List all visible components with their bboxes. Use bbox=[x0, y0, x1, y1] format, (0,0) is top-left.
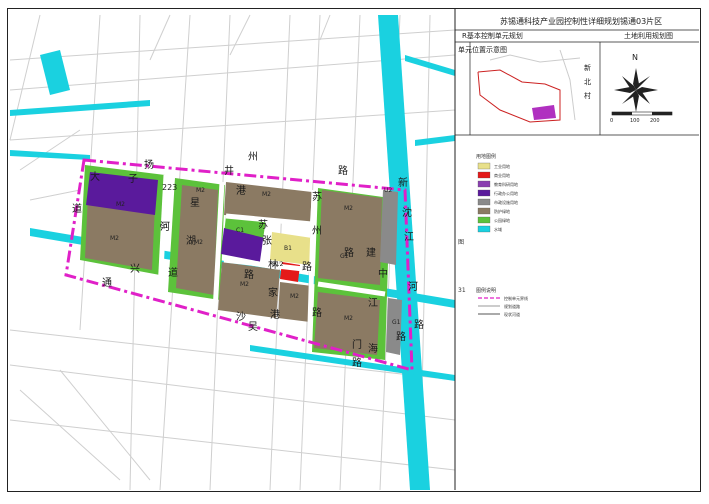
parcel-center-industrial-se bbox=[278, 282, 312, 322]
road-char: 子 bbox=[128, 173, 138, 185]
inset-caption: 单元位置示意图 bbox=[458, 45, 507, 54]
parcel-label: C1 bbox=[236, 227, 244, 234]
parcel-label: M2 bbox=[110, 235, 119, 242]
road-char: 港 bbox=[270, 309, 280, 321]
parcel-label: M2 bbox=[262, 191, 271, 198]
scale-bar: 0 100 200 bbox=[610, 111, 673, 124]
side-mark: 31 bbox=[458, 287, 466, 294]
road-char: 沈 bbox=[402, 206, 412, 219]
road-char: 吴 bbox=[248, 321, 258, 333]
legend-item: 教育科研用地 bbox=[494, 181, 518, 187]
road-char: 星 bbox=[190, 197, 200, 209]
parcel-label: M2 bbox=[240, 281, 249, 288]
road-char: 州 bbox=[248, 151, 258, 163]
road-char: 路 bbox=[338, 164, 348, 177]
planning-map: 扬 子 大 道 星 湖 路 井 州 路 苏 州 路 兴 通 道 张 家 港 路 … bbox=[9, 8, 699, 491]
inset-unit-highlight bbox=[532, 105, 556, 120]
road-char: 扬 bbox=[144, 158, 154, 171]
legend-item: 工业用地 bbox=[494, 163, 510, 169]
legend-item: 商业用地 bbox=[494, 172, 510, 178]
road-number: 223 bbox=[162, 183, 177, 192]
road-char: 张 bbox=[262, 235, 272, 247]
parcel-label: G1 bbox=[340, 253, 349, 260]
scale-tick: 100 bbox=[630, 118, 640, 124]
inset-place-char: 村 bbox=[584, 91, 591, 100]
legend: 用地图例 工业用地 商业用地 教育科研用地 行政办公用地 市政设施用地 防护绿地… bbox=[476, 153, 518, 233]
inset-place-char: 北 bbox=[584, 78, 591, 86]
scale-tick: 0 bbox=[610, 118, 613, 124]
road-char: 建 bbox=[366, 246, 376, 259]
map-name: 土地利用规划图 bbox=[624, 31, 673, 40]
compass-rose-icon bbox=[614, 68, 658, 112]
road-char: 门 bbox=[352, 338, 362, 351]
inset-location-map: 单元位置示意图 新 北 村 bbox=[458, 45, 591, 123]
road-char: 沙 bbox=[236, 311, 246, 323]
boundary-legend-item: 控制单元界线 bbox=[504, 295, 528, 301]
parcel-label: G1 bbox=[160, 223, 169, 230]
parcel-east-gray-bottom bbox=[386, 298, 402, 355]
parcel-label: M2 bbox=[290, 293, 299, 300]
legend-item: 市政设施用地 bbox=[494, 199, 518, 205]
parcel-label: M2 bbox=[196, 187, 205, 194]
parcel-label: M2 bbox=[194, 239, 203, 246]
river-top-right bbox=[405, 55, 455, 76]
parcel-label: M2 bbox=[116, 201, 125, 208]
parcel-label: M2 bbox=[344, 205, 353, 212]
parcel-label: S12 bbox=[272, 261, 284, 268]
road-char: 新 bbox=[398, 176, 408, 189]
river-northwest bbox=[10, 100, 150, 116]
legend-item: 行政办公用地 bbox=[494, 190, 518, 196]
inset-place-char: 新 bbox=[584, 63, 591, 72]
road-char: 井 bbox=[224, 164, 234, 177]
road-char: 港 bbox=[236, 185, 246, 197]
boundary-legend-item: 现状河道 bbox=[504, 311, 520, 317]
road-char: 通 bbox=[102, 277, 112, 289]
road-char: 江 bbox=[404, 231, 414, 243]
legend-item: 水域 bbox=[494, 226, 502, 232]
scale-tick: 200 bbox=[650, 118, 660, 124]
legend-item: 公园绿地 bbox=[494, 217, 510, 223]
road-char: 江 bbox=[368, 297, 378, 309]
compass-north: N bbox=[632, 53, 638, 62]
parcel-label: M2 bbox=[344, 315, 353, 322]
road-char: 大 bbox=[90, 170, 100, 183]
parcel-label: B1 bbox=[284, 245, 292, 252]
road-char: 道 bbox=[72, 202, 82, 215]
road-char: 路 bbox=[302, 260, 312, 273]
road-char: 道 bbox=[168, 266, 178, 279]
road-char: 路 bbox=[352, 356, 362, 369]
river-west bbox=[10, 150, 90, 160]
boundary-legend-item: 规划道路 bbox=[504, 303, 520, 309]
boundary-legend: 图例说明 控制单元界线 规划道路 现状河道 bbox=[476, 287, 528, 317]
road-char: 海 bbox=[368, 342, 378, 355]
road-char: 家 bbox=[268, 286, 278, 299]
map-subtitle: R基本控制单元规划 bbox=[462, 31, 523, 40]
road-char: 路 bbox=[414, 318, 424, 331]
road-char: 苏 bbox=[258, 218, 268, 231]
road-char: 路 bbox=[312, 306, 322, 319]
road-char: 路 bbox=[396, 330, 406, 343]
road-char: 州 bbox=[312, 225, 322, 237]
parcel-label: U2 bbox=[384, 187, 392, 194]
title-block: 苏锡通科技产业园控制性详细规划锡通03片区 R基本控制单元规划 土地利用规划图 bbox=[454, 8, 699, 490]
road-char: 河 bbox=[408, 281, 418, 293]
road-char: 路 bbox=[244, 268, 254, 281]
map-title: 苏锡通科技产业园控制性详细规划锡通03片区 bbox=[500, 16, 662, 26]
legend-item: 防护绿地 bbox=[494, 208, 510, 214]
compass: N 0 100 200 bbox=[610, 53, 673, 124]
road-char: 中 bbox=[378, 267, 388, 280]
legend-title: 用地图例 bbox=[476, 153, 496, 160]
road-char: 苏 bbox=[312, 190, 322, 203]
side-mark: 图 bbox=[458, 239, 464, 246]
road-char: 兴 bbox=[130, 263, 140, 275]
parcel-east-gray-top bbox=[380, 190, 398, 265]
river-right-mid bbox=[415, 135, 455, 146]
boundary-legend-title: 图例说明 bbox=[476, 287, 496, 294]
parcel-label: G1 bbox=[392, 319, 401, 326]
